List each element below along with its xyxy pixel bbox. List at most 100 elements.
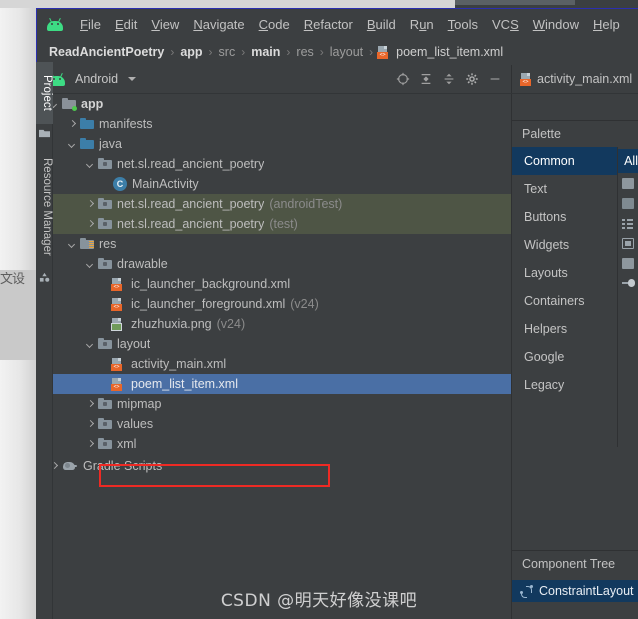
palette-item-list[interactable]: All [618,147,638,447]
breadcrumb-layout[interactable]: layout [328,45,365,59]
fragment-widget-icon [622,237,635,249]
palette-item-textview[interactable] [618,173,638,193]
settings-gear-icon[interactable] [465,72,479,86]
palette-category-list[interactable]: Common Text Buttons Widgets Layouts Cont… [512,147,619,447]
package-folder-icon [98,198,112,210]
menu-item-window[interactable]: Window [526,14,586,35]
chevron-down-icon[interactable] [67,239,78,250]
chevron-right-icon[interactable] [85,439,96,450]
palette-category-widgets[interactable]: Widgets [512,231,617,259]
breadcrumb-app[interactable]: app [178,45,204,59]
project-view-selector-label[interactable]: Android [75,72,118,86]
tree-row-app[interactable]: app [37,94,511,114]
sidebar-item-project[interactable]: Project [36,62,53,124]
tree-label: net.sl.read_ancient_poetry [117,197,265,211]
palette-category-text[interactable]: Text [512,175,617,203]
palette-item-recyclerview[interactable] [618,213,638,233]
palette-item-fragment[interactable] [618,233,638,253]
tree-row-package-main[interactable]: net.sl.read_ancient_poetry [37,154,511,174]
palette-category-google[interactable]: Google [512,343,617,371]
breadcrumb-res[interactable]: res [294,45,315,59]
menu-item-view[interactable]: View [144,14,186,35]
editor-tab-strip: <> activity_main.xml [511,65,638,93]
resource-icon [39,272,50,282]
blue-folder-icon [80,118,94,130]
chevron-down-icon[interactable] [128,77,137,81]
tree-row-gradle-scripts[interactable]: Gradle Scripts [37,456,511,476]
menu-item-refactor[interactable]: Refactor [297,14,360,35]
palette-category-containers[interactable]: Containers [512,287,617,315]
tree-row-ic-launcher-foreground[interactable]: <> ic_launcher_foreground.xml (v24) [37,294,511,314]
chevron-right-icon[interactable] [85,419,96,430]
palette-category-common[interactable]: Common [512,147,618,175]
tree-row-ic-launcher-background[interactable]: <> ic_launcher_background.xml [37,274,511,294]
menu-item-file[interactable]: File [73,14,108,35]
tree-label: poem_list_item.xml [131,377,238,391]
project-panel-header: Android [37,65,511,93]
background-window-top[interactable] [0,0,638,8]
palette-category-helpers[interactable]: Helpers [512,315,617,343]
tree-row-activity-main-xml[interactable]: <> activity_main.xml [37,354,511,374]
palette-category-layouts[interactable]: Layouts [512,259,617,287]
menu-item-help[interactable]: Help [586,14,627,35]
tree-row-layout[interactable]: layout [37,334,511,354]
breadcrumb-main[interactable]: main [249,45,282,59]
tree-row-mipmap[interactable]: mipmap [37,394,511,414]
tree-row-manifests[interactable]: manifests [37,114,511,134]
panel-header-row: Android <> activity_main.xml [37,65,638,94]
palette-category-buttons[interactable]: Buttons [512,203,617,231]
breadcrumb-file[interactable]: poem_list_item.xml [394,45,505,59]
chevron-down-icon[interactable] [85,159,96,170]
palette-item-scrollview[interactable] [618,253,638,273]
textview-widget-icon [622,177,635,189]
background-window-left[interactable] [0,0,36,619]
tree-row-mainactivity[interactable]: C MainActivity [37,174,511,194]
menu-item-code[interactable]: Code [252,14,297,35]
android-studio-window: File Edit View Navigate Code Refactor Bu… [36,8,638,619]
locate-target-icon[interactable] [396,72,410,86]
imageview-widget-icon [622,197,635,209]
chevron-right-icon[interactable] [85,199,96,210]
expand-all-icon[interactable] [419,72,433,86]
switch-widget-icon [622,278,636,289]
tree-label: drawable [117,257,168,271]
component-tree-root-constraintlayout[interactable]: ConstraintLayout [512,580,638,602]
tree-label: java [99,137,122,151]
breadcrumb-project[interactable]: ReadAncientPoetry [47,45,166,59]
xml-file-icon: <> [111,357,124,371]
tree-row-package-test[interactable]: net.sl.read_ancient_poetry (test) [37,214,511,234]
tree-row-package-androidtest[interactable]: net.sl.read_ancient_poetry (androidTest) [37,194,511,214]
menu-item-run[interactable]: Run [403,14,441,35]
chevron-down-icon[interactable] [67,139,78,150]
menu-item-tools[interactable]: Tools [441,14,485,35]
palette-category-legacy[interactable]: Legacy [512,371,617,399]
chevron-down-icon[interactable] [85,259,96,270]
tree-row-xml[interactable]: xml [37,434,511,454]
chevron-down-icon[interactable] [85,339,96,350]
collapse-all-icon[interactable] [442,72,456,86]
chevron-right-icon[interactable] [85,219,96,230]
minimize-icon[interactable] [488,72,502,86]
menu-item-build[interactable]: Build [360,14,403,35]
project-tree[interactable]: app manifests java net.sl.read_ancient_p… [37,94,512,619]
tree-row-poem-list-item-xml[interactable]: <> poem_list_item.xml [37,374,511,394]
scrollview-widget-icon [622,257,635,269]
tree-row-java[interactable]: java [37,134,511,154]
tree-row-drawable[interactable]: drawable [37,254,511,274]
breadcrumb-src[interactable]: src [217,45,238,59]
menu-item-navigate[interactable]: Navigate [186,14,251,35]
tree-row-values[interactable]: values [37,414,511,434]
breadcrumb-separator: › [241,45,246,59]
menu-item-edit[interactable]: Edit [108,14,144,35]
palette-item-imageview[interactable] [618,193,638,213]
tree-row-zhuzhuxia-png[interactable]: zhuzhuxia.png (v24) [37,314,511,334]
palette-item-switch[interactable] [618,273,638,293]
editor-tab-activity-main[interactable]: activity_main.xml [537,72,632,86]
breadcrumb-separator: › [170,45,175,59]
chevron-right-icon[interactable] [67,119,78,130]
tree-row-res[interactable]: res [37,234,511,254]
tree-label: MainActivity [132,177,199,191]
menu-item-vcs[interactable]: VCS [485,14,526,35]
chevron-right-icon[interactable] [85,399,96,410]
sidebar-item-resource-manager[interactable]: Resource Manager [36,146,53,268]
